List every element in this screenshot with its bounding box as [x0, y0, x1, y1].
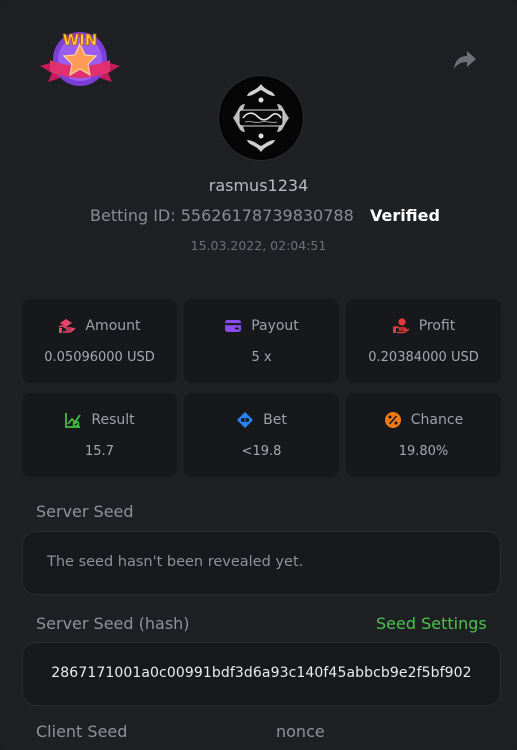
stat-label: Profit	[418, 318, 456, 334]
profit-hand-icon	[392, 318, 410, 334]
stat-value: 0.05096000 USD	[44, 350, 155, 365]
server-seed-hash-value: 2867171001a0c00991bdf3d6a93c140f45abbcb9…	[51, 665, 472, 681]
stat-value: 15.7	[85, 444, 114, 459]
share-icon[interactable]	[452, 48, 478, 72]
stat-label: Chance	[410, 412, 464, 428]
amount-icon	[59, 319, 76, 333]
rasmus-logo-icon	[221, 78, 301, 158]
stat-label: Bet	[263, 412, 287, 428]
avatar	[219, 76, 303, 160]
verified-badge: Verified	[370, 206, 440, 225]
server-seed-field[interactable]: The seed hasn't been revealed yet.	[22, 531, 501, 595]
win-badge-icon: WIN	[40, 31, 120, 86]
server-seed-value: The seed hasn't been revealed yet.	[47, 554, 304, 570]
server-seed-hash-field[interactable]: 2867171001a0c00991bdf3d6a93c140f45abbcb9…	[22, 642, 501, 706]
bet-tag-icon	[237, 412, 254, 428]
chance-percent-icon	[384, 412, 401, 428]
stat-label: Result	[91, 412, 135, 428]
client-seed-label: Client Seed	[36, 722, 128, 741]
stat-value: 0.20384000 USD	[368, 350, 479, 365]
stat-card-bet: Bet <19.8	[184, 393, 339, 477]
stat-label: Payout	[251, 318, 299, 334]
server-seed-label: Server Seed	[36, 502, 134, 521]
stat-value: 19.80%	[398, 444, 449, 459]
svg-text:WIN: WIN	[63, 31, 98, 49]
username: rasmus1234	[208, 176, 309, 195]
stat-card-result: Result 15.7	[22, 393, 177, 477]
stat-label: Amount	[85, 318, 141, 334]
stat-value: <19.8	[241, 444, 282, 459]
betting-id: Betting ID: 55626178739830788	[90, 206, 354, 225]
payout-wallet-icon	[225, 320, 242, 332]
nonce-label: nonce	[276, 722, 325, 741]
stat-card-profit: Profit 0.20384000 USD	[346, 299, 501, 383]
stat-card-payout: Payout 5 x	[184, 299, 339, 383]
result-chart-icon	[65, 413, 82, 428]
server-seed-hash-label: Server Seed (hash)	[36, 614, 190, 633]
seed-settings-link[interactable]: Seed Settings	[376, 614, 487, 633]
stat-card-chance: Chance 19.80%	[346, 393, 501, 477]
bet-details-panel: WIN rasmus1234 Betting ID: 5562617873983…	[0, 0, 517, 750]
bet-datetime: 15.03.2022, 02:04:51	[190, 238, 327, 253]
stat-card-amount: Amount 0.05096000 USD	[22, 299, 177, 383]
stat-value: 5 x	[251, 350, 272, 365]
